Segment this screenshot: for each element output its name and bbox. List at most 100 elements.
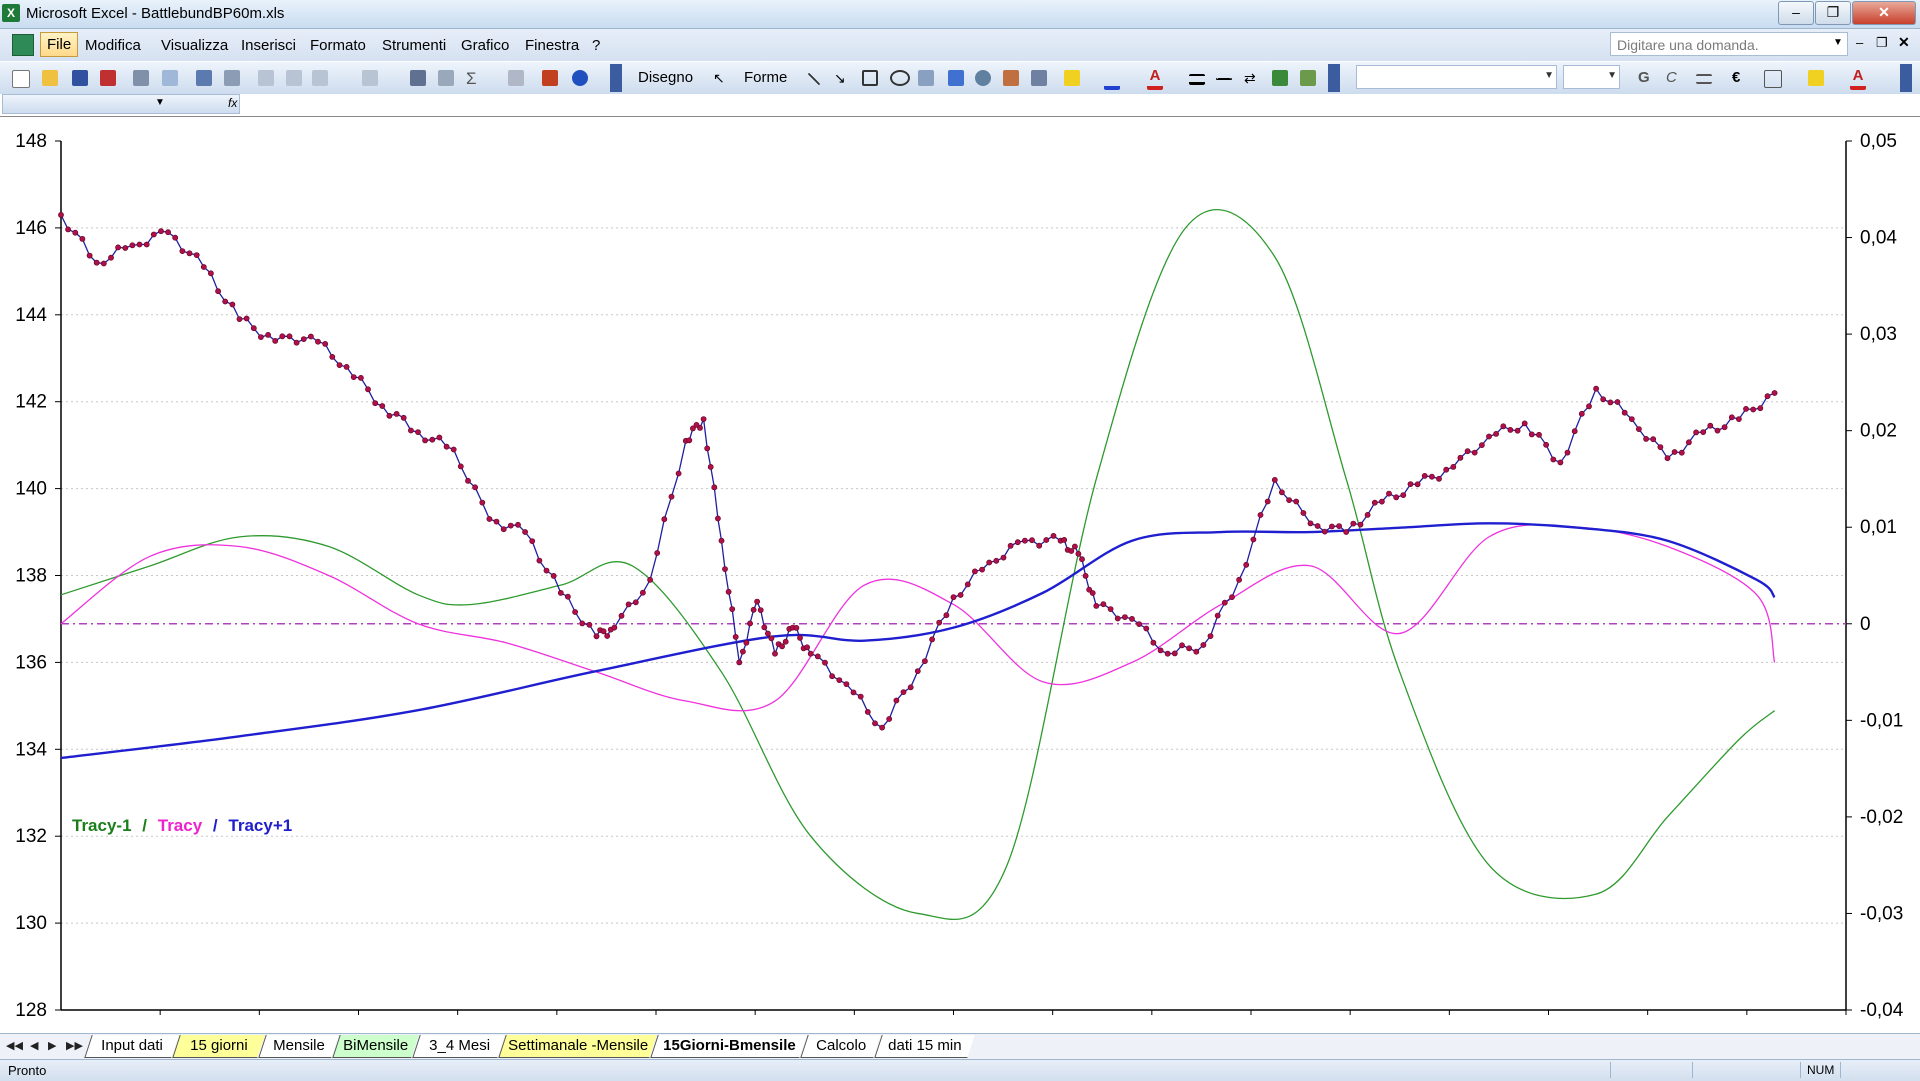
- price-point: [543, 567, 550, 574]
- legend-separator: /: [213, 816, 218, 835]
- insert-picture-icon[interactable]: [1031, 70, 1047, 86]
- hyperlink-icon[interactable]: [438, 70, 454, 86]
- first-sheet-button[interactable]: ◀◀: [6, 1039, 23, 1052]
- menu-help[interactable]: ?: [587, 35, 605, 56]
- euro-button[interactable]: €: [1732, 69, 1740, 86]
- chart-object-icon[interactable]: [410, 70, 426, 86]
- print-icon[interactable]: [133, 70, 149, 86]
- borders-icon[interactable]: [1764, 70, 1782, 88]
- series-line-tracy-1: [60, 522, 1776, 760]
- name-box[interactable]: ▼ fx: [2, 94, 240, 114]
- line-chart[interactable]: 148146144142140138136134132130128 0,050,…: [0, 117, 1920, 1033]
- sheet-tab[interactable]: BiMensile: [332, 1035, 419, 1058]
- price-point: [1407, 481, 1414, 487]
- diagram-icon[interactable]: [975, 70, 991, 86]
- open-folder-icon[interactable]: [42, 70, 58, 86]
- oval-tool-icon[interactable]: [890, 70, 910, 86]
- price-point: [1157, 647, 1164, 654]
- sheet-tab[interactable]: 15Giorni-Bmensile: [650, 1035, 807, 1058]
- undo-icon[interactable]: [362, 70, 378, 86]
- chart-window-icon[interactable]: [12, 34, 34, 56]
- font-color-icon-2[interactable]: A: [1850, 68, 1866, 90]
- toolbar-options-icon-2[interactable]: [1328, 64, 1340, 92]
- left-tick-label: 140: [15, 479, 47, 500]
- shadow-icon[interactable]: [1272, 70, 1288, 86]
- price-point: [1350, 520, 1357, 527]
- prev-sheet-button[interactable]: ◀: [30, 1039, 38, 1052]
- next-sheet-button[interactable]: ▶: [48, 1039, 56, 1052]
- ask-question-input[interactable]: Digitare una domanda.: [1610, 32, 1848, 56]
- sheet-tab[interactable]: Calcolo: [800, 1035, 881, 1058]
- menu-grafico[interactable]: Grafico: [456, 35, 514, 56]
- last-sheet-button[interactable]: ▶▶: [66, 1039, 83, 1052]
- menu-formato[interactable]: Formato: [305, 35, 371, 56]
- chevron-down-icon[interactable]: ▼: [155, 97, 165, 108]
- price-point: [579, 620, 586, 627]
- doc-close-button[interactable]: ✕: [1898, 34, 1910, 51]
- permission-icon[interactable]: [100, 70, 116, 86]
- excel-icon[interactable]: X: [2, 4, 20, 22]
- sheet-tab[interactable]: 15 giorni: [172, 1035, 265, 1058]
- research-icon[interactable]: [224, 70, 240, 86]
- bold-button[interactable]: G: [1638, 69, 1650, 86]
- font-size-combo[interactable]: ▼: [1563, 65, 1620, 89]
- sheet-tab[interactable]: Settimanale -Mensile: [498, 1035, 657, 1058]
- wordart-icon[interactable]: [948, 70, 964, 86]
- doc-restore-button[interactable]: ❐: [1876, 35, 1888, 51]
- menu-strumenti[interactable]: Strumenti: [377, 35, 451, 56]
- print-preview-icon[interactable]: [162, 70, 178, 86]
- ask-dropdown-icon[interactable]: ▼: [1833, 37, 1843, 48]
- rectangle-tool-icon[interactable]: [862, 70, 878, 86]
- minimize-button[interactable]: –: [1778, 1, 1814, 25]
- align-icon[interactable]: [1696, 74, 1712, 84]
- price-point: [986, 559, 993, 566]
- menu-visualizza[interactable]: Visualizza: [156, 35, 233, 56]
- line-tool-icon[interactable]: [807, 72, 821, 86]
- clipart-icon[interactable]: [1003, 70, 1019, 86]
- price-point: [329, 353, 336, 360]
- line-style-icon[interactable]: [1189, 74, 1205, 85]
- menu-file[interactable]: File: [40, 32, 79, 57]
- sheet-tab[interactable]: dati 15 min: [874, 1035, 975, 1058]
- chart-wizard-icon[interactable]: [542, 70, 558, 86]
- sheet-tab[interactable]: Input dati: [84, 1035, 179, 1058]
- help-icon[interactable]: [572, 70, 588, 86]
- right-tick-label: 0,05: [1860, 131, 1897, 152]
- cell-fill-icon[interactable]: [1808, 70, 1824, 86]
- function-icon[interactable]: fx: [228, 96, 237, 110]
- textbox-tool-icon[interactable]: [918, 70, 934, 86]
- price-point: [1764, 393, 1771, 400]
- sort-icon[interactable]: [508, 70, 524, 86]
- arrow-tool-icon[interactable]: ↘: [834, 70, 850, 86]
- menu-inserisci[interactable]: Inserisci: [236, 35, 301, 56]
- close-button[interactable]: ✕: [1852, 1, 1916, 25]
- select-cursor-icon[interactable]: ↖: [713, 70, 729, 86]
- menu-modifica[interactable]: Modifica: [80, 35, 146, 56]
- toolbar-options-icon-3[interactable]: [1900, 64, 1912, 92]
- fill-color-icon[interactable]: [1064, 70, 1080, 86]
- spelling-icon[interactable]: [196, 70, 212, 86]
- arrow-style-icon[interactable]: ⇄: [1244, 70, 1260, 86]
- price-point: [1179, 642, 1185, 649]
- sheet-tab[interactable]: Mensile: [258, 1035, 339, 1058]
- draw-menu-button[interactable]: Disegno: [638, 69, 693, 86]
- toolbar-options-icon[interactable]: [610, 64, 622, 92]
- save-icon[interactable]: [72, 70, 88, 86]
- restore-button[interactable]: ❐: [1815, 1, 1851, 25]
- chart-area[interactable]: 148 146 144 142 140 138 136 134 132 130 128 0,05 0,…: [0, 117, 1920, 1033]
- doc-minimize-button[interactable]: –: [1856, 35, 1863, 50]
- new-document-icon[interactable]: [12, 70, 30, 88]
- font-color-icon[interactable]: A: [1147, 68, 1163, 90]
- copy-icon[interactable]: [286, 70, 302, 86]
- dash-style-icon[interactable]: [1216, 78, 1232, 80]
- cut-icon[interactable]: [258, 70, 274, 86]
- autosum-icon[interactable]: Σ: [466, 69, 477, 89]
- italic-button[interactable]: C: [1666, 69, 1677, 86]
- 3d-style-icon[interactable]: [1300, 70, 1316, 86]
- line-color-icon[interactable]: [1104, 70, 1120, 90]
- menu-finestra[interactable]: Finestra: [520, 35, 584, 56]
- font-name-combo[interactable]: ▼: [1356, 65, 1557, 89]
- shapes-menu-button[interactable]: Forme: [744, 69, 787, 86]
- paste-icon[interactable]: [312, 70, 328, 86]
- sheet-tab[interactable]: 3_4 Mesi: [412, 1035, 505, 1058]
